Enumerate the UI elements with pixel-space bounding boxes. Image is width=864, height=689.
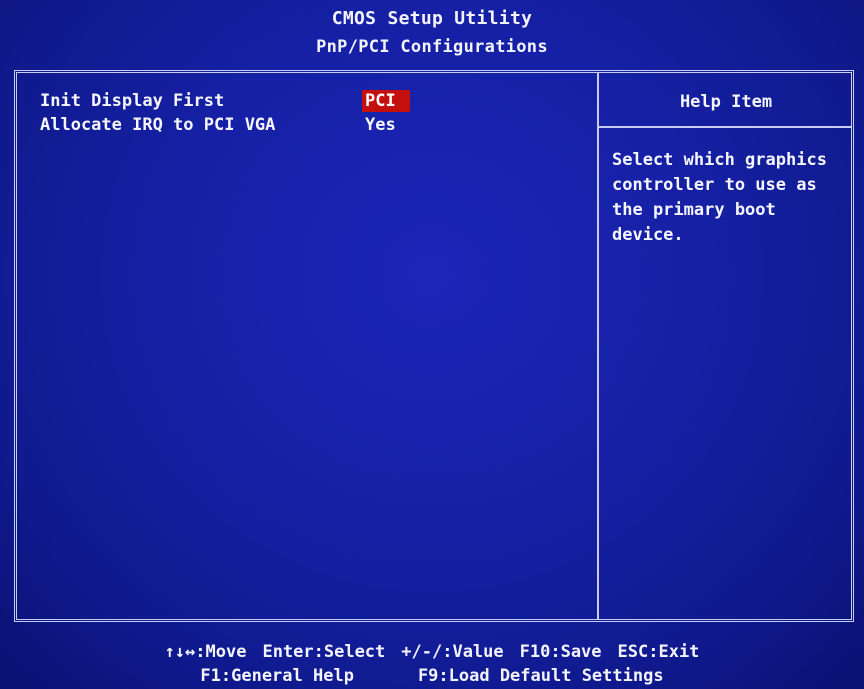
setting-label: Allocate IRQ to PCI VGA [40,115,276,135]
vertical-divider [597,73,599,619]
key-legend-line-1: ↑↓↔:Move Enter:Select +/-/:Value F10:Save ES… [0,640,864,664]
key-exit: ESC:Exit [617,642,700,662]
key-value: +/-/:Value [401,642,504,662]
help-item-text: Select which graphics controller to use … [612,150,827,245]
setting-label: Init Display First [40,91,225,111]
key-move: ↑↓↔:Move [164,642,247,662]
key-enter-select: Enter:Select [262,642,386,662]
key-legend-line-2: F1:General Help F9:Load Default Settings [0,664,864,688]
header: CMOS Setup Utility PnP/PCI Configuration… [0,0,864,66]
setting-init-display-first[interactable]: Init Display First PCI [40,90,590,114]
help-item-title: Help Item [679,92,773,112]
key-save: F10:Save [519,642,602,662]
key-general-help: F1:General Help [200,666,354,686]
setting-allocate-irq-pci-vga[interactable]: Allocate IRQ to PCI VGA Yes [40,114,590,138]
bios-screen: CMOS Setup Utility PnP/PCI Configuration… [0,0,864,689]
setting-value-selected[interactable]: PCI [362,90,410,112]
help-divider [599,126,851,128]
setting-value[interactable]: Yes [362,114,399,136]
page-title: PnP/PCI Configurations [316,37,548,57]
settings-list: Init Display First PCI Allocate IRQ to P… [40,90,590,138]
key-legend: ↑↓↔:Move Enter:Select +/-/:Value F10:Save ES… [0,636,864,689]
utility-title: CMOS Setup Utility [331,8,533,29]
key-load-defaults: F9:Load Default Settings [417,666,664,686]
